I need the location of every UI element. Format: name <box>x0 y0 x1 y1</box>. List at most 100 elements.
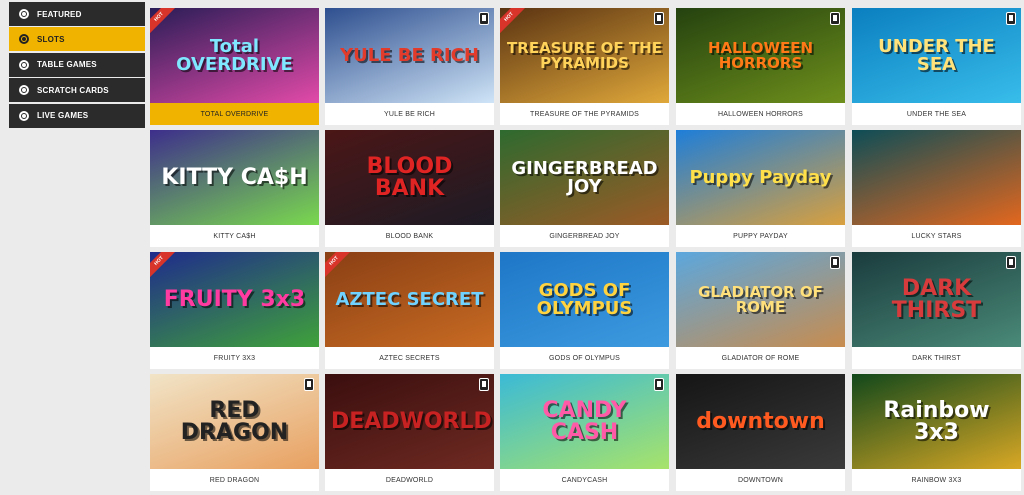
game-title[interactable]: BLOOD BANK <box>325 225 494 247</box>
mobile-icon <box>654 12 664 25</box>
sidebar-item-live-games[interactable]: LIVE GAMES <box>9 103 145 128</box>
game-tile[interactable]: TREASURE OF THE PYRAMIDS HOT TREASURE OF T… <box>500 8 669 125</box>
hot-ribbon: HOT <box>150 252 179 281</box>
game-art-title: GODS OF OLYMPUS <box>536 279 633 319</box>
game-thumbnail[interactable] <box>852 130 1021 225</box>
game-art-title: AZTEC SECRET <box>335 288 484 310</box>
game-thumbnail[interactable]: CANDY CASH <box>500 374 669 469</box>
sidebar-item-label: SCRATCH CARDS <box>37 85 109 95</box>
game-art-title: GINGERBREAD JOY <box>511 157 658 197</box>
chip-icon <box>19 34 29 45</box>
game-art-title: FRUITY 3x3 <box>163 286 306 312</box>
game-thumbnail[interactable]: BLOOD BANK <box>325 130 494 225</box>
game-thumbnail[interactable]: HALLOWEEN HORRORS <box>676 8 845 103</box>
sidebar-item-label: TABLE GAMES <box>37 60 97 70</box>
game-tile[interactable]: Rainbow 3x3 RAINBOW 3X3 <box>852 374 1021 491</box>
sidebar-item-label: FEATURED <box>37 9 82 19</box>
sidebar-item-label: SLOTS <box>37 34 65 44</box>
mobile-icon <box>830 12 840 25</box>
game-title[interactable]: TREASURE OF THE PYRAMIDS <box>500 103 669 125</box>
game-art-title: DEADWORLD <box>331 408 492 434</box>
mobile-icon <box>304 378 314 391</box>
game-tile[interactable]: CANDY CASH CANDYCASH <box>500 374 669 491</box>
game-thumbnail[interactable]: GLADIATOR OF ROME <box>676 252 845 347</box>
game-thumbnail[interactable]: TREASURE OF THE PYRAMIDS HOT <box>500 8 669 103</box>
game-title[interactable]: UNDER THE SEA <box>852 103 1021 125</box>
game-art-title: RED DRAGON <box>180 397 289 445</box>
game-thumbnail[interactable]: FRUITY 3x3 HOT <box>150 252 319 347</box>
game-thumbnail[interactable]: GINGERBREAD JOY <box>500 130 669 225</box>
game-thumbnail[interactable]: downtown <box>676 374 845 469</box>
game-tile[interactable]: AZTEC SECRET HOT AZTEC SECRETS <box>325 252 494 369</box>
game-thumbnail[interactable]: DARK THIRST <box>852 252 1021 347</box>
hot-ribbon: HOT <box>500 8 529 37</box>
mobile-icon <box>1006 12 1016 25</box>
mobile-icon <box>830 256 840 269</box>
game-title[interactable]: GLADIATOR OF ROME <box>676 347 845 369</box>
game-thumbnail[interactable]: Total OVERDRIVE HOT <box>150 8 319 103</box>
game-thumbnail[interactable]: KITTY CA$H <box>150 130 319 225</box>
game-title[interactable]: AZTEC SECRETS <box>325 347 494 369</box>
game-title[interactable]: YULE BE RICH <box>325 103 494 125</box>
chip-icon <box>19 9 29 19</box>
game-tile[interactable]: GLADIATOR OF ROME GLADIATOR OF ROME <box>676 252 845 369</box>
game-title[interactable]: RAINBOW 3X3 <box>852 469 1021 491</box>
game-tile[interactable]: GODS OF OLYMPUS GODS OF OLYMPUS <box>500 252 669 369</box>
game-art-title: TREASURE OF THE PYRAMIDS <box>507 38 662 72</box>
game-tile[interactable]: DEADWORLD DEADWORLD <box>325 374 494 491</box>
game-title[interactable]: DARK THIRST <box>852 347 1021 369</box>
game-tile[interactable]: LUCKY STARS <box>852 130 1021 247</box>
game-tile[interactable]: RED DRAGON RED DRAGON <box>150 374 319 491</box>
game-title[interactable]: PUPPY PAYDAY <box>676 225 845 247</box>
game-title[interactable]: RED DRAGON <box>150 469 319 491</box>
game-art-title: Total OVERDRIVE <box>176 35 293 75</box>
sidebar-item-featured[interactable]: FEATURED <box>9 2 145 26</box>
mobile-icon <box>1006 256 1016 269</box>
game-tile[interactable]: UNDER THE SEA UNDER THE SEA <box>852 8 1021 125</box>
chip-icon <box>19 85 29 96</box>
game-tile[interactable]: HALLOWEEN HORRORS HALLOWEEN HORRORS <box>676 8 845 125</box>
game-art-title: Rainbow 3x3 <box>883 397 990 445</box>
game-art-title: BLOOD BANK <box>366 153 453 201</box>
game-thumbnail[interactable]: UNDER THE SEA <box>852 8 1021 103</box>
game-tile[interactable]: YULE BE RICH YULE BE RICH <box>325 8 494 125</box>
game-thumbnail[interactable]: DEADWORLD <box>325 374 494 469</box>
game-title[interactable]: DEADWORLD <box>325 469 494 491</box>
game-thumbnail[interactable]: RED DRAGON <box>150 374 319 469</box>
hot-ribbon: HOT <box>325 252 354 281</box>
hot-ribbon: HOT <box>150 8 179 37</box>
game-title[interactable]: HALLOWEEN HORRORS <box>676 103 845 125</box>
game-tile[interactable]: downtown DOWNTOWN <box>676 374 845 491</box>
game-title[interactable]: GINGERBREAD JOY <box>500 225 669 247</box>
game-tile[interactable]: FRUITY 3x3 HOT FRUITY 3X3 <box>150 252 319 369</box>
game-thumbnail[interactable]: YULE BE RICH <box>325 8 494 103</box>
mobile-icon <box>479 12 489 25</box>
game-tile[interactable]: Total OVERDRIVE HOT TOTAL OVERDRIVE <box>150 8 319 125</box>
game-thumbnail[interactable]: GODS OF OLYMPUS <box>500 252 669 347</box>
sidebar-item-scratch-cards[interactable]: SCRATCH CARDS <box>9 78 145 103</box>
game-thumbnail[interactable]: AZTEC SECRET HOT <box>325 252 494 347</box>
game-tile[interactable]: BLOOD BANK BLOOD BANK <box>325 130 494 247</box>
game-title[interactable]: TOTAL OVERDRIVE <box>150 103 319 125</box>
game-thumbnail[interactable]: Rainbow 3x3 <box>852 374 1021 469</box>
game-tile[interactable]: KITTY CA$H KITTY CA$H <box>150 130 319 247</box>
game-title[interactable]: GODS OF OLYMPUS <box>500 347 669 369</box>
game-title[interactable]: LUCKY STARS <box>852 225 1021 247</box>
game-tile[interactable]: Puppy Payday PUPPY PAYDAY <box>676 130 845 247</box>
game-title[interactable]: FRUITY 3X3 <box>150 347 319 369</box>
game-title[interactable]: KITTY CA$H <box>150 225 319 247</box>
game-art-title: GLADIATOR OF ROME <box>698 282 823 316</box>
mobile-icon <box>654 378 664 391</box>
sidebar-item-table-games[interactable]: TABLE GAMES <box>9 52 145 77</box>
game-art-title: CANDY CASH <box>542 397 627 445</box>
game-tile[interactable]: GINGERBREAD JOY GINGERBREAD JOY <box>500 130 669 247</box>
game-art-title: Puppy Payday <box>689 166 832 188</box>
game-tile[interactable]: DARK THIRST DARK THIRST <box>852 252 1021 369</box>
game-art-title: HALLOWEEN HORRORS <box>707 38 814 72</box>
game-title[interactable]: CANDYCASH <box>500 469 669 491</box>
game-art-title: downtown <box>696 408 825 434</box>
game-title[interactable]: DOWNTOWN <box>676 469 845 491</box>
sidebar-item-slots[interactable]: SLOTS <box>9 27 145 52</box>
game-thumbnail[interactable]: Puppy Payday <box>676 130 845 225</box>
game-art-title: YULE BE RICH <box>340 44 479 66</box>
